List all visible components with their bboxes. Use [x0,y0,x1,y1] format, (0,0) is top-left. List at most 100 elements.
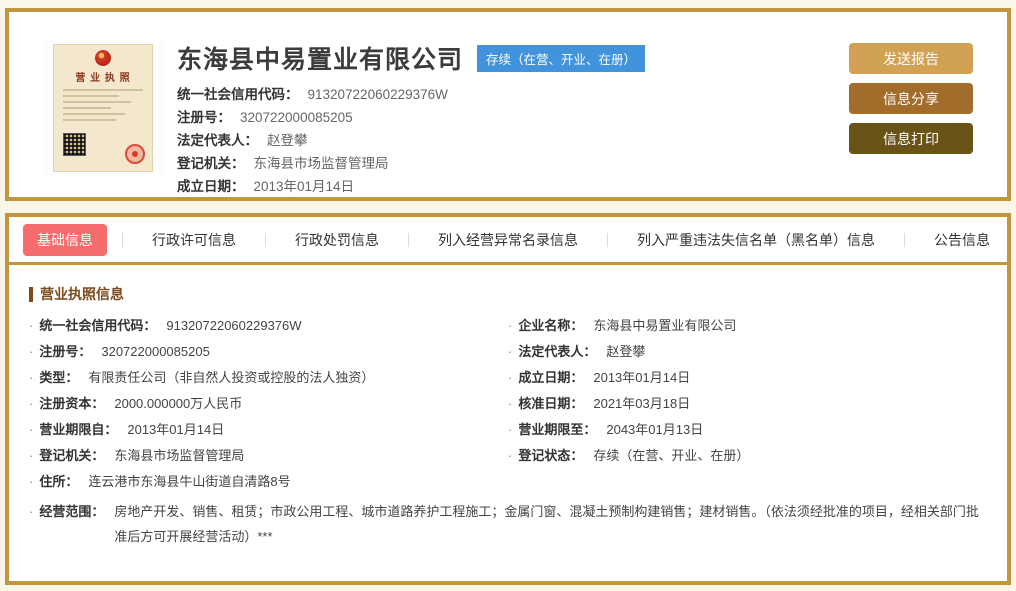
print-info-button[interactable]: 信息打印 [849,123,973,154]
bullet: · [508,370,513,385]
tab-serious-violations-blacklist[interactable]: 列入严重违法失信名单（黑名单）信息 [623,224,889,256]
field-value: 91320722060229376W [166,318,302,333]
company-header-card: 营 业 执 照 东海县中易置业有限公司 存续（在营、开业、在册） 统一社会信用代… [5,8,1011,201]
section-marker [29,286,33,302]
share-info-button[interactable]: 信息分享 [849,83,973,114]
license-text-lines [63,89,143,125]
field-credit-code: · 统一社会信用代码： 91320722060229376W [29,313,508,339]
bullet: · [29,504,34,519]
bullet: · [508,448,513,463]
field-term-end: · 营业期限至： 2043年01月13日 [508,417,987,443]
send-report-button[interactable]: 发送报告 [849,43,973,74]
field-label: 营业期限至： [518,422,597,437]
field-value: 房地产开发、销售、租赁；市政公用工程、城市道路养护工程施工；金属门窗、混凝土预制… [114,504,979,544]
tab-announcement[interactable]: 公告信息 [920,224,1004,256]
national-emblem-icon [95,50,111,66]
header-field-label: 法定代表人： [177,133,258,148]
field-label: 登记状态： [518,448,584,463]
header-field-reg-number: 注册号： 320722000085205 [177,110,645,125]
field-value: 存续（在营、开业、在册） [593,448,750,463]
tab-basic-info[interactable]: 基础信息 [23,223,107,256]
field-label: 法定代表人： [518,344,597,359]
field-value: 东海县中易置业有限公司 [593,318,737,333]
field-company-name: · 企业名称： 东海县中易置业有限公司 [508,313,987,339]
field-established-date: · 成立日期： 2013年01月14日 [508,365,987,391]
field-registration-status: · 登记状态： 存续（在营、开业、在册） [508,443,987,469]
field-value: 320722000085205 [101,344,210,359]
field-registered-capital: · 注册资本： 2000.000000万人民币 [29,391,508,417]
field-value: 2043年01月13日 [606,422,704,437]
tab-administrative-penalty[interactable]: 行政处罚信息 [281,224,393,256]
field-company-type: · 类型： 有限责任公司（非自然人投资或控股的法人独资） [29,365,508,391]
bullet: · [29,396,34,411]
header-field-label: 统一社会信用代码： [177,87,299,102]
field-label: 企业名称： [518,318,584,333]
bullet: · [29,422,34,437]
field-address: · 住所： 连云港市东海县牛山街道自清路8号 [29,469,508,495]
header-field-label: 成立日期： [177,179,245,194]
tab-divider [122,232,123,247]
bullet: · [29,344,34,359]
left-column: · 统一社会信用代码： 91320722060229376W · 注册号： 32… [29,313,508,495]
section-title-row: 营业执照信息 [29,284,987,304]
license-title: 营 业 执 照 [75,73,131,84]
bullet: · [29,448,34,463]
business-license-thumbnail: 营 业 执 照 [43,38,163,178]
field-value: 2013年01月14日 [593,370,691,385]
bullet: · [508,344,513,359]
header-field-value: 91320722060229376W [307,87,448,102]
basic-info-panel: 营业执照信息 · 统一社会信用代码： 91320722060229376W · … [9,265,1007,553]
header-field-label: 登记机关： [177,156,245,171]
tab-divider [265,232,266,247]
field-label: 住所： [39,474,79,489]
field-value: 赵登攀 [606,344,646,359]
field-value: 2021年03月18日 [593,396,691,411]
field-business-scope: · 经营范围： 房地产开发、销售、租赁；市政公用工程、城市道路养护工程施工；金属… [29,495,987,553]
header-field-value: 东海县市场监督管理局 [253,156,389,171]
header-action-buttons: 发送报告 信息分享 信息打印 [849,43,973,163]
header-field-value: 2013年01月14日 [253,179,355,194]
tab-abnormal-operations-list[interactable]: 列入经营异常名录信息 [424,224,592,256]
header-field-value: 320722000085205 [240,110,353,125]
field-label: 营业期限自： [39,422,118,437]
field-legal-rep: · 法定代表人： 赵登攀 [508,339,987,365]
field-label: 注册资本： [39,396,105,411]
field-label: 登记机关： [39,448,105,463]
field-value: 连云港市东海县牛山街道自清路8号 [88,474,291,489]
field-value: 2000.000000万人民币 [114,396,243,411]
header-field-label: 注册号： [177,110,231,125]
field-label: 注册号： [39,344,92,359]
header-field-established: 成立日期： 2013年01月14日 [177,179,645,194]
red-seal-icon [125,144,145,164]
header-field-credit-code: 统一社会信用代码： 91320722060229376W [177,87,645,102]
section-title: 营业执照信息 [40,286,124,302]
tab-administrative-license[interactable]: 行政许可信息 [138,224,250,256]
field-registry-authority: · 登记机关： 东海县市场监督管理局 [29,443,508,469]
bullet: · [29,474,34,489]
field-value: 2013年01月14日 [127,422,225,437]
field-approval-date: · 核准日期： 2021年03月18日 [508,391,987,417]
header-field-value: 赵登攀 [267,133,308,148]
tab-bar: 基础信息 行政许可信息 行政处罚信息 列入经营异常名录信息 列入严重违法失信名单… [9,217,1007,265]
field-value: 东海县市场监督管理局 [114,448,245,463]
right-column: · 企业名称： 东海县中易置业有限公司 · 法定代表人： 赵登攀 · 成立日期：… [508,313,987,495]
tab-divider [607,232,608,247]
header-field-legal-rep: 法定代表人： 赵登攀 [177,133,645,148]
company-summary: 东海县中易置业有限公司 存续（在营、开业、在册） 统一社会信用代码： 913207… [177,40,646,202]
license-certificate: 营 业 执 照 [53,44,153,172]
field-label: 成立日期： [518,370,584,385]
bullet: · [508,318,513,333]
tab-divider [408,232,409,247]
field-label: 统一社会信用代码： [39,318,157,333]
field-term-start: · 营业期限自： 2013年01月14日 [29,417,508,443]
field-value: 有限责任公司（非自然人投资或控股的法人独资） [88,370,375,385]
company-detail-card: 基础信息 行政许可信息 行政处罚信息 列入经营异常名录信息 列入严重违法失信名单… [5,213,1011,585]
bullet: · [29,318,34,333]
bullet: · [29,370,34,385]
header-field-registry: 登记机关： 东海县市场监督管理局 [177,156,645,171]
bullet: · [508,396,513,411]
field-label: 类型： [39,370,79,385]
field-label: 核准日期： [518,396,584,411]
field-label: 经营范围： [39,504,105,519]
bullet: · [508,422,513,437]
